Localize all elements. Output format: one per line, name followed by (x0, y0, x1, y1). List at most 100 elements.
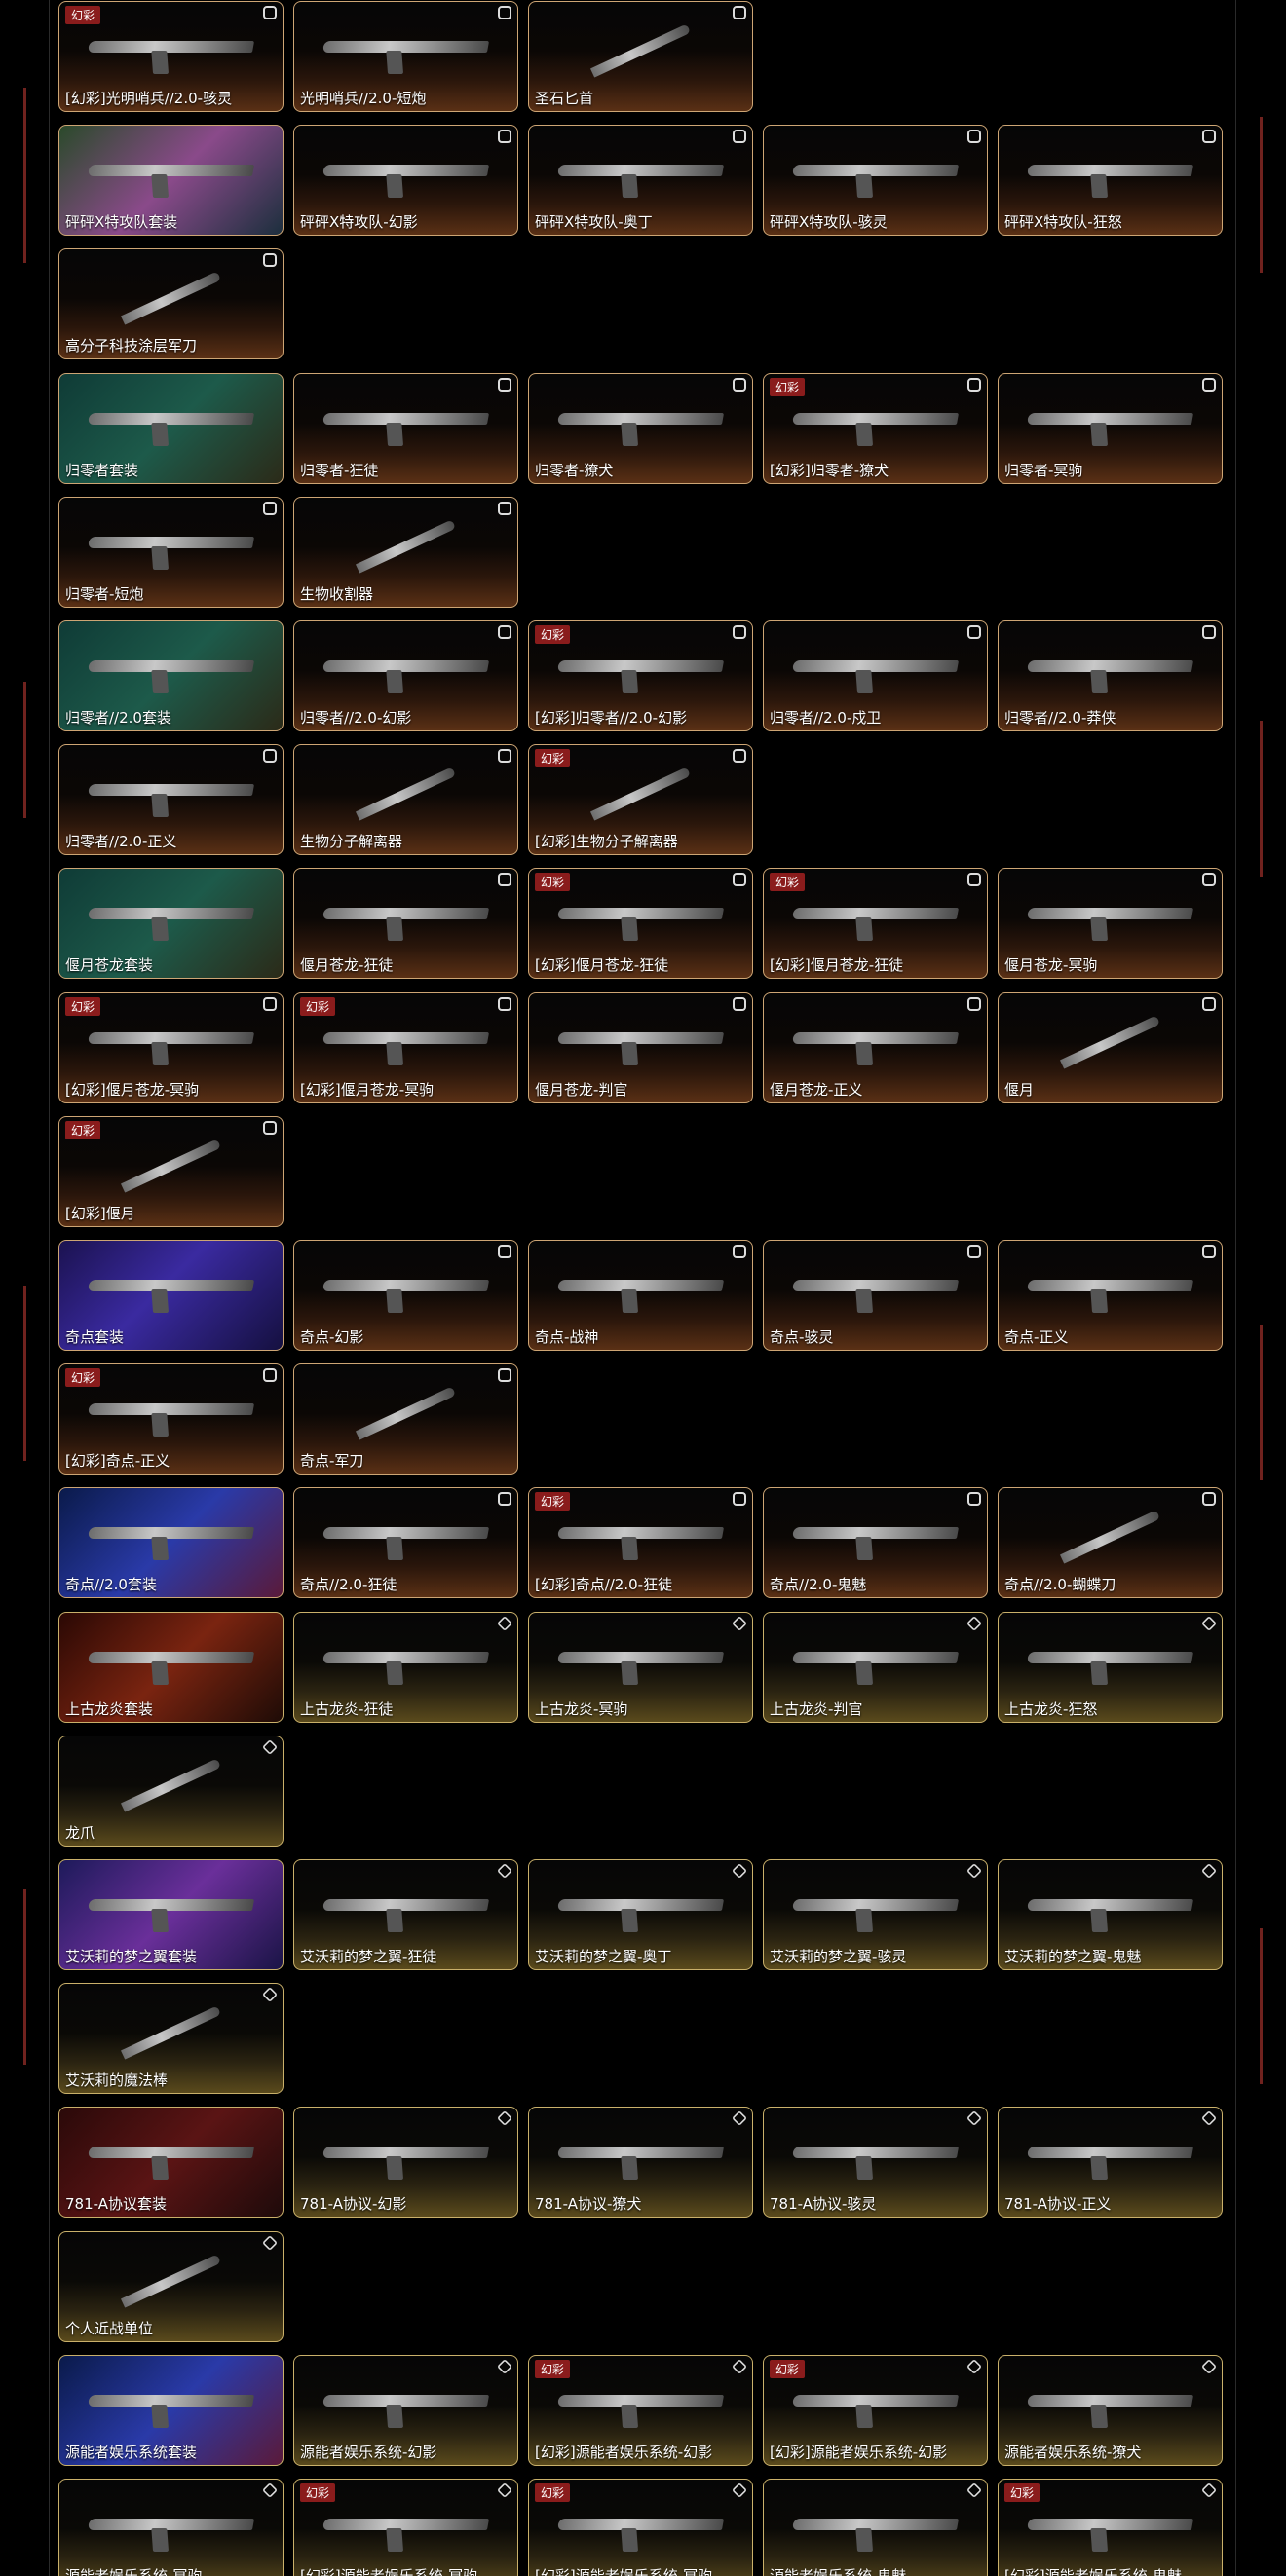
tier-icon (967, 1492, 981, 1507)
skin-card[interactable]: 艾沃莉的魔法棒 (58, 1983, 284, 2095)
skin-card[interactable]: 幻彩 [幻彩]源能者娱乐系统-冥驹 (528, 2479, 753, 2576)
skin-card[interactable]: 幻彩 [幻彩]归零者-獠犬 (763, 372, 988, 484)
skin-card[interactable]: 奇点//2.0-鬼魅 (763, 1487, 988, 1599)
skin-name: 归零者//2.0套装 (65, 709, 171, 727)
skin-card[interactable]: 幻彩 [幻彩]偃月苍龙-冥驹 (293, 991, 518, 1103)
skin-name: 源能者娱乐系统-冥驹 (65, 2567, 203, 2576)
skin-card[interactable]: 上古龙炎-狂怒 (998, 1611, 1223, 1723)
tier-icon (262, 1987, 278, 2003)
skin-card[interactable]: 归零者//2.0-正义 (58, 744, 284, 856)
weapon-image (87, 41, 255, 53)
skin-card[interactable]: 幻彩 [幻彩]源能者娱乐系统-冥驹 (293, 2479, 518, 2576)
skin-card[interactable]: 奇点-正义 (998, 1240, 1223, 1351)
skin-card[interactable]: 圣石匕首 (528, 1, 753, 112)
skin-card[interactable]: 砰砰X特攻队-骇灵 (763, 125, 988, 237)
weapon-image (791, 2394, 960, 2407)
skin-card[interactable]: 偃月 (998, 991, 1223, 1103)
tier-icon (732, 1615, 747, 1631)
bundle-card[interactable]: 砰砰X特攻队套装 (58, 125, 284, 237)
skin-card[interactable]: 幻彩 [幻彩]源能者娱乐系统-鬼魅 (998, 2479, 1223, 2576)
skin-card[interactable]: 幻彩 [幻彩]偃月苍龙-狂徒 (528, 868, 753, 980)
skin-card[interactable]: 偃月苍龙-狂徒 (293, 868, 518, 980)
bundle-card[interactable]: 归零者//2.0套装 (58, 620, 284, 731)
skin-card[interactable]: 源能者娱乐系统-獠犬 (998, 2354, 1223, 2466)
skin-name: 归零者//2.0-正义 (65, 833, 177, 851)
skin-card[interactable]: 归零者-狂徒 (293, 372, 518, 484)
skin-card[interactable]: 奇点-战神 (528, 1240, 753, 1351)
skin-name: 归零者套装 (65, 461, 139, 479)
skin-card[interactable]: 幻彩 [幻彩]偃月 (58, 1115, 284, 1227)
weapon-image (556, 908, 725, 920)
variant-badge: 幻彩 (535, 1492, 571, 1512)
skin-card[interactable]: 个人近战单位 (58, 2230, 284, 2342)
skin-card[interactable]: 781-A协议-正义 (998, 2107, 1223, 2219)
skin-card[interactable]: 781-A协议-獠犬 (528, 2107, 753, 2219)
skin-card[interactable]: 艾沃莉的梦之翼-骇灵 (763, 1859, 988, 1970)
skin-card[interactable]: 高分子科技涂层军刀 (58, 248, 284, 360)
bundle-card[interactable]: 源能者娱乐系统套装 (58, 2354, 284, 2466)
skin-card[interactable]: 上古龙炎-冥驹 (528, 1611, 753, 1723)
skin-card[interactable]: 源能者娱乐系统-鬼魅 (763, 2479, 988, 2576)
skin-card[interactable]: 奇点-幻影 (293, 1240, 518, 1351)
skin-card[interactable]: 幻彩 [幻彩]奇点//2.0-狂徒 (528, 1487, 753, 1599)
skin-card[interactable]: 归零者//2.0-莽侠 (998, 620, 1223, 731)
tier-icon (498, 996, 511, 1011)
tier-icon (967, 377, 981, 392)
skin-card[interactable]: 归零者-獠犬 (528, 372, 753, 484)
skin-card[interactable]: 上古龙炎-狂徒 (293, 1611, 518, 1723)
skin-card[interactable]: 光明哨兵//2.0-短炮 (293, 1, 518, 112)
skin-card[interactable]: 幻彩 [幻彩]生物分子解离器 (528, 744, 753, 856)
skin-card[interactable]: 艾沃莉的梦之翼-鬼魅 (998, 1859, 1223, 1970)
skin-name: [幻彩]偃月苍龙-冥驹 (65, 1080, 200, 1099)
skin-card[interactable]: 砰砰X特攻队-奥丁 (528, 125, 753, 237)
skin-card[interactable]: 源能者娱乐系统-冥驹 (58, 2479, 284, 2576)
skin-card[interactable]: 幻彩 [幻彩]源能者娱乐系统-幻影 (763, 2354, 988, 2466)
skin-card[interactable]: 奇点-军刀 (293, 1363, 518, 1475)
skin-card[interactable]: 艾沃莉的梦之翼-狂徒 (293, 1859, 518, 1970)
skin-card[interactable]: 幻彩 [幻彩]偃月苍龙-狂徒 (763, 868, 988, 980)
skin-card[interactable]: 源能者娱乐系统-幻影 (293, 2354, 518, 2466)
skin-card[interactable]: 艾沃莉的梦之翼-奥丁 (528, 1859, 753, 1970)
tier-icon (1202, 996, 1216, 1011)
skin-card[interactable]: 砰砰X特攻队-幻影 (293, 125, 518, 237)
skin-row: 艾沃莉的梦之翼套装 艾沃莉的梦之翼-狂徒 艾沃莉的梦之翼-奥丁 艾沃莉的梦之翼-骇灵 艾… (58, 1859, 1228, 1970)
melee-weapon-image (120, 2254, 222, 2308)
bundle-card[interactable]: 奇点//2.0套装 (58, 1487, 284, 1599)
skin-card[interactable]: 奇点//2.0-蝴蝶刀 (998, 1487, 1223, 1599)
skin-card[interactable]: 归零者-短炮 (58, 496, 284, 608)
skin-card[interactable]: 幻彩 [幻彩]归零者//2.0-幻影 (528, 620, 753, 731)
skin-card[interactable]: 砰砰X特攻队-狂怒 (998, 125, 1223, 237)
skin-card[interactable]: 生物收割器 (293, 496, 518, 608)
skin-card[interactable]: 归零者//2.0-幻影 (293, 620, 518, 731)
skin-name: 个人近战单位 (65, 2319, 154, 2337)
bundle-card[interactable]: 归零者套装 (58, 372, 284, 484)
skin-card[interactable]: 上古龙炎-判官 (763, 1611, 988, 1723)
bundle-card[interactable]: 偃月苍龙套装 (58, 868, 284, 980)
skin-card[interactable]: 奇点//2.0-狂徒 (293, 1487, 518, 1599)
skin-card[interactable]: 偃月苍龙-正义 (763, 991, 988, 1103)
skin-card[interactable]: 归零者-冥驹 (998, 372, 1223, 484)
skin-row: 偃月苍龙套装 偃月苍龙-狂徒 幻彩 [幻彩]偃月苍龙-狂徒 幻彩 [幻彩]偃月苍龙-狂徒偃… (58, 868, 1228, 980)
skin-row: 奇点套装 奇点-幻影 奇点-战神 奇点-骇灵 奇点-正义 (58, 1240, 1228, 1351)
skin-card[interactable]: 奇点-骇灵 (763, 1240, 988, 1351)
skin-card[interactable]: 偃月苍龙-冥驹 (998, 868, 1223, 980)
skin-card[interactable]: 归零者//2.0-戍卫 (763, 620, 988, 731)
bundle-card[interactable]: 艾沃莉的梦之翼套装 (58, 1859, 284, 1970)
skin-card[interactable]: 龙爪 (58, 1735, 284, 1847)
skin-card[interactable]: 幻彩 [幻彩]光明哨兵//2.0-骇灵 (58, 1, 284, 112)
skin-name: 781-A协议-骇灵 (770, 2195, 877, 2214)
bundle-card[interactable]: 781-A协议套装 (58, 2107, 284, 2219)
skin-name: [幻彩]偃月苍龙-狂徒 (535, 956, 669, 975)
skin-card[interactable]: 幻彩 [幻彩]源能者娱乐系统-幻影 (528, 2354, 753, 2466)
skin-card[interactable]: 偃月苍龙-判官 (528, 991, 753, 1103)
skin-card[interactable]: 生物分子解离器 (293, 744, 518, 856)
bundle-card[interactable]: 奇点套装 (58, 1240, 284, 1351)
skin-card[interactable]: 幻彩 [幻彩]偃月苍龙-冥驹 (58, 991, 284, 1103)
skin-card[interactable]: 781-A协议-骇灵 (763, 2107, 988, 2219)
variant-badge: 幻彩 (1004, 2483, 1040, 2502)
bundle-card[interactable]: 上古龙炎套装 (58, 1611, 284, 1723)
skin-card[interactable]: 781-A协议-幻影 (293, 2107, 518, 2219)
weapon-image (322, 41, 490, 53)
skin-card[interactable]: 幻彩 [幻彩]奇点-正义 (58, 1363, 284, 1475)
tier-icon (966, 2110, 982, 2127)
